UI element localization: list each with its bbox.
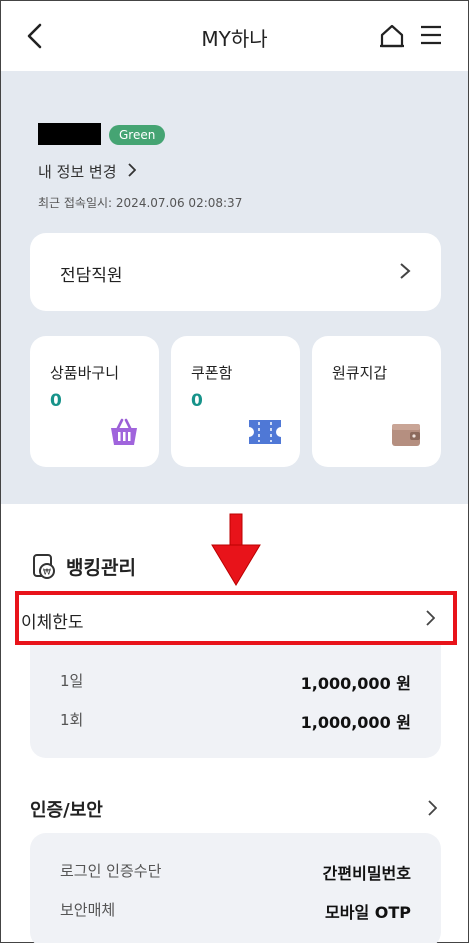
auth-security-panel: 로그인 인증수단 간편비밀번호 보안매체 모바일 OTP bbox=[30, 833, 441, 943]
dedicated-staff-label: 전담직원 bbox=[60, 266, 123, 286]
limit-key: 1일 bbox=[60, 672, 84, 690]
chevron-right-icon bbox=[128, 163, 137, 177]
edit-profile-label: 내 정보 변경 bbox=[38, 163, 117, 181]
banking-won-icon: ₩ bbox=[33, 554, 55, 579]
tile-label: 상품바구니 bbox=[50, 364, 120, 382]
chevron-right-icon[interactable] bbox=[427, 799, 437, 817]
app-header: MY하나 bbox=[1, 1, 468, 71]
dedicated-staff-card[interactable]: 전담직원 bbox=[30, 233, 441, 311]
chevron-right-icon bbox=[400, 263, 411, 279]
auth-value: 모바일 OTP bbox=[325, 903, 411, 922]
grade-badge: Green bbox=[109, 125, 166, 145]
home-icon[interactable] bbox=[379, 23, 405, 49]
coupon-icon bbox=[249, 420, 281, 444]
coupon-box-tile[interactable]: 쿠폰함 0 bbox=[171, 336, 300, 467]
auth-key: 보안매체 bbox=[60, 901, 116, 919]
transfer-limit-label: 이체한도 bbox=[21, 613, 84, 633]
auth-key: 로그인 인증수단 bbox=[60, 862, 162, 880]
limit-value: 1,000,000 원 bbox=[300, 674, 411, 693]
user-name-redacted bbox=[38, 123, 101, 145]
edit-profile-link[interactable]: 내 정보 변경 bbox=[38, 161, 137, 182]
onequ-wallet-tile[interactable]: 원큐지갑 bbox=[312, 336, 441, 467]
transfer-limit-row[interactable]: 이체한도 bbox=[15, 591, 457, 645]
last-login-text: 최근 접속일시: 2024.07.06 02:08:37 bbox=[38, 196, 243, 210]
auth-value: 간편비밀번호 bbox=[322, 864, 411, 883]
pointer-arrow-annotation bbox=[211, 513, 261, 586]
transfer-limit-panel: 1일 1,000,000 원 1회 1,000,000 원 bbox=[30, 645, 441, 758]
chevron-right-icon bbox=[426, 610, 435, 626]
tile-label: 원큐지갑 bbox=[332, 364, 388, 382]
product-basket-tile[interactable]: 상품바구니 0 bbox=[30, 336, 159, 467]
auth-security-title[interactable]: 인증/보안 bbox=[30, 796, 103, 822]
limit-value: 1,000,000 원 bbox=[300, 713, 411, 732]
tile-label: 쿠폰함 bbox=[191, 364, 233, 382]
limit-key: 1회 bbox=[60, 711, 84, 729]
svg-text:₩: ₩ bbox=[43, 568, 51, 577]
tile-count: 0 bbox=[50, 391, 62, 411]
wallet-icon bbox=[392, 424, 420, 446]
hamburger-menu-icon[interactable] bbox=[419, 24, 443, 46]
banking-title: 뱅킹관리 bbox=[66, 557, 136, 579]
tile-count: 0 bbox=[191, 391, 203, 411]
basket-icon bbox=[111, 418, 137, 445]
